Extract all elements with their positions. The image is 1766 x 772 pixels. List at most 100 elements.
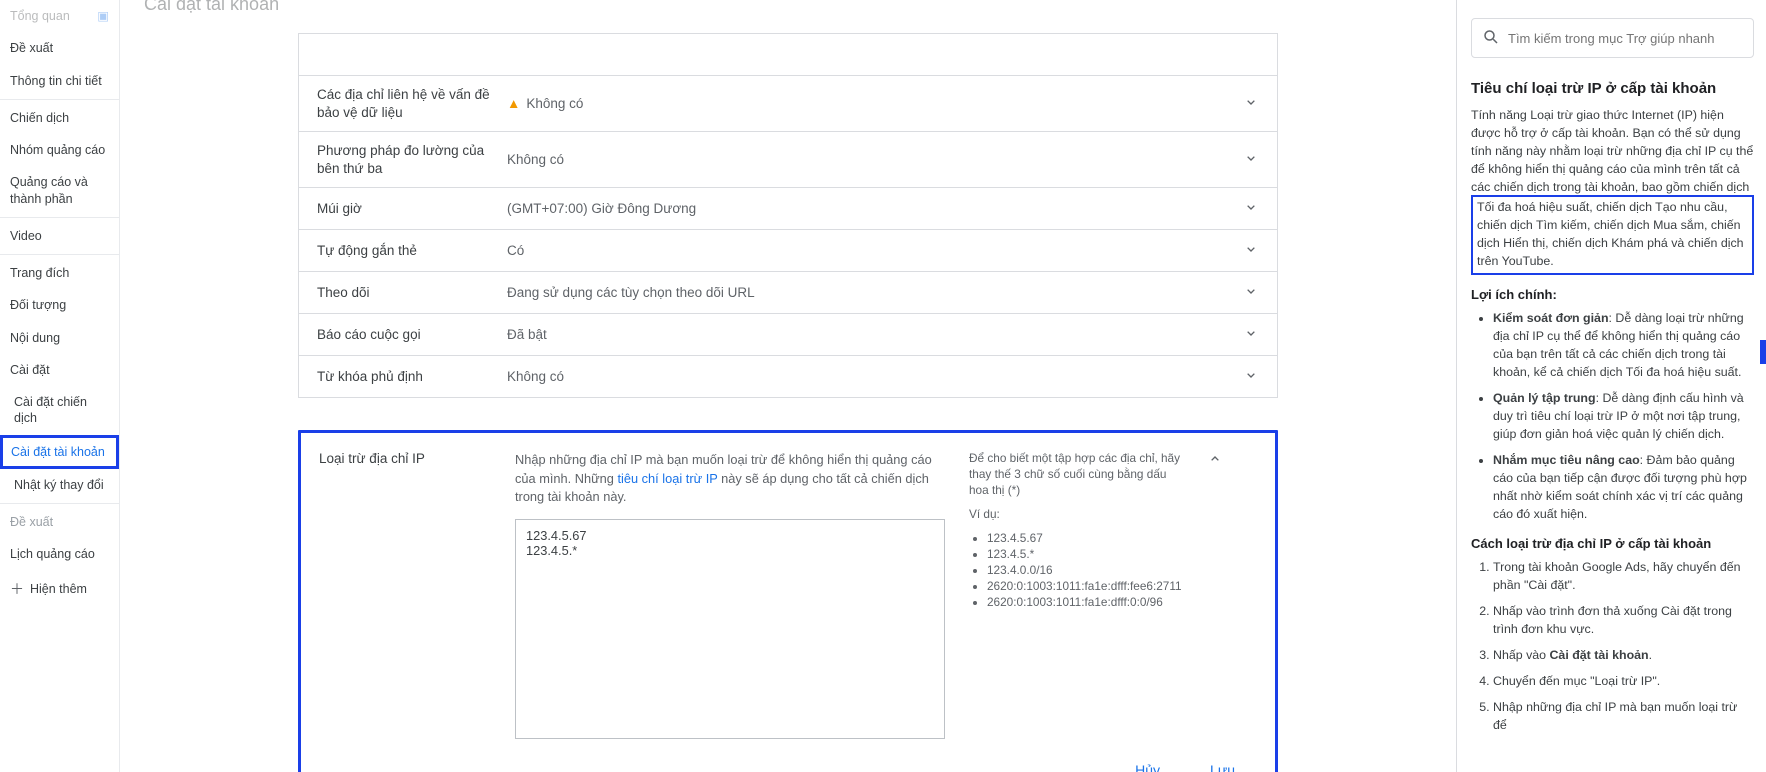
sidebar-item-noi-dung[interactable]: Nội dung [0, 322, 119, 354]
sidebar-item-label: Thông tin chi tiết [10, 73, 102, 89]
sidebar-item-cai-dat-tai-khoan[interactable]: Cài đặt tài khoản [0, 435, 119, 469]
sidebar-item-label: Hiện thêm [30, 582, 87, 596]
help-steps-list: Trong tài khoản Google Ads, hãy chuyển đ… [1493, 559, 1754, 735]
chevron-down-icon [1243, 241, 1259, 260]
sidebar-item-label: Nội dung [10, 330, 60, 346]
chevron-up-icon[interactable] [1207, 451, 1223, 470]
settings-row-value: Đang sử dụng các tùy chọn theo dõi URL [507, 285, 1243, 300]
plus-icon: ＋ [10, 579, 24, 599]
settings-row[interactable]: Theo dõiĐang sử dụng các tùy chọn theo d… [298, 272, 1278, 314]
sidebar-item-label: Cài đặt [10, 362, 50, 378]
settings-row-value: Không có [507, 152, 1243, 167]
ip-example-item: 123.4.5.67 [987, 531, 1189, 545]
help-step-item: Nhấp vào Cài đặt tài khoản. [1493, 647, 1754, 665]
scroll-indicator-icon [1760, 340, 1766, 364]
chevron-down-icon [1243, 199, 1259, 218]
help-search[interactable] [1471, 18, 1754, 58]
chevron-down-icon [1243, 94, 1259, 113]
settings-row-label: Tự động gắn thẻ [317, 242, 507, 260]
sidebar-item-label: Nhật ký thay đổi [14, 477, 104, 493]
help-how-title: Cách loại trừ địa chỉ IP ở cấp tài khoản [1471, 536, 1754, 551]
sidebar-item-label: Nhóm quảng cáo [10, 142, 105, 158]
help-step-item: Chuyển đến mục "Loại trừ IP". [1493, 673, 1754, 691]
recommendation-icon: ▣ [97, 8, 109, 24]
sidebar-item-lich[interactable]: Lịch quảng cáo [0, 538, 119, 570]
sidebar-item-label: Cài đặt chiến dịch [14, 394, 109, 427]
sidebar-item-video[interactable]: Video [0, 220, 119, 252]
settings-row-label: Báo cáo cuộc gọi [317, 326, 507, 344]
ip-example-item: 2620:0:1003:1011:fa1e:dfff:0:0/96 [987, 595, 1189, 609]
settings-row[interactable]: Múi giờ(GMT+07:00) Giờ Đông Dương [298, 188, 1278, 230]
help-search-input[interactable] [1508, 31, 1743, 46]
help-panel: Tiêu chí loại trừ IP ở cấp tài khoản Tín… [1456, 0, 1766, 772]
help-benefit-item: Quản lý tập trung: Dễ dàng định cấu hình… [1493, 390, 1754, 444]
ip-textarea[interactable] [515, 519, 945, 739]
sidebar-item-show-more[interactable]: ＋ Hiện thêm [0, 571, 119, 607]
ip-hint-text: Để cho biết một tập hợp các địa chỉ, hãy… [969, 451, 1189, 499]
sidebar-item-label: Quảng cáo và thành phần [10, 174, 109, 207]
chevron-down-icon [1243, 325, 1259, 344]
help-step-item: Nhập những địa chỉ IP mà bạn muốn loại t… [1493, 699, 1754, 735]
help-step-item: Trong tài khoản Google Ads, hãy chuyển đ… [1493, 559, 1754, 595]
main-content: Cài đặt tài khoản Các địa chỉ liên hệ về… [120, 0, 1456, 772]
ip-example-item: 123.4.5.* [987, 547, 1189, 561]
sidebar-item-label: Đề xuất [10, 514, 53, 530]
settings-row-value: (GMT+07:00) Giờ Đông Dương [507, 201, 1243, 216]
chevron-down-icon [1243, 283, 1259, 302]
sidebar-item-chien-dich[interactable]: Chiến dịch [0, 102, 119, 134]
sidebar-item-label: Chiến dịch [10, 110, 69, 126]
help-benefit-bold: Quản lý tập trung [1493, 391, 1596, 405]
ip-description: Nhập những địa chỉ IP mà bạn muốn loại t… [515, 451, 945, 507]
help-benefit-bold: Kiểm soát đơn giản [1493, 311, 1609, 325]
help-step-item: Nhấp vào trình đơn thả xuống Cài đặt tro… [1493, 603, 1754, 639]
ip-example-list: 123.4.5.67 123.4.5.* 123.4.0.0/16 2620:0:10… [987, 531, 1189, 609]
help-benefit-bold: Nhắm mục tiêu nâng cao [1493, 453, 1640, 467]
settings-row[interactable]: Từ khóa phủ địnhKhông có [298, 356, 1278, 398]
sidebar-item-de-xuat[interactable]: Đề xuất [0, 32, 119, 64]
ip-example-item: 2620:0:1003:1011:fa1e:dfff:fee6:2711 [987, 579, 1189, 593]
sidebar-item-quang-cao[interactable]: Quảng cáo và thành phần [0, 166, 119, 215]
help-benefits-title: Lợi ích chính: [1471, 287, 1754, 302]
ip-example-label: Ví dụ: [969, 507, 1189, 523]
chevron-down-icon [1243, 367, 1259, 386]
sidebar-nav: Tổng quan ▣ Đề xuất Thông tin chi tiết C… [0, 0, 120, 772]
settings-row[interactable]: Phương pháp đo lường của bên thứ baKhông… [298, 132, 1278, 188]
save-button[interactable]: Lưu [1200, 756, 1245, 772]
help-step-bold: Cài đặt tài khoản [1549, 648, 1648, 662]
settings-row[interactable]: Tự động gắn thẻCó [298, 230, 1278, 272]
sidebar-item-tong-quan[interactable]: Tổng quan ▣ [0, 0, 119, 32]
help-title: Tiêu chí loại trừ IP ở cấp tài khoản [1471, 80, 1754, 97]
settings-row-label: Từ khóa phủ định [317, 368, 507, 386]
help-highlighted-text: Tối đa hoá hiệu suất, chiến dịch Tạo nhu… [1471, 195, 1754, 275]
settings-row-label: Theo dõi [317, 284, 507, 302]
ip-exclusion-section: Loại trừ địa chỉ IP Nhập những địa chỉ I… [298, 430, 1278, 772]
settings-row[interactable]: Các địa chỉ liên hệ về vấn đề bảo vệ dữ … [298, 75, 1278, 132]
help-benefits-list: Kiểm soát đơn giản: Dễ dàng loại trừ nhữ… [1493, 310, 1754, 524]
sidebar-item-label: Cài đặt tài khoản [11, 444, 105, 460]
ip-section-title: Loại trừ địa chỉ IP [319, 451, 491, 742]
sidebar-item-label: Video [10, 228, 42, 244]
sidebar-item-label: Đối tượng [10, 297, 66, 313]
sidebar-item-nhom[interactable]: Nhóm quảng cáo [0, 134, 119, 166]
settings-row-value: Có [507, 243, 1243, 258]
sidebar-item-de-xuat-2[interactable]: Đề xuất [0, 506, 119, 538]
ip-example-item: 123.4.0.0/16 [987, 563, 1189, 577]
cancel-button[interactable]: Hủy [1125, 756, 1170, 772]
settings-row-label: Các địa chỉ liên hệ về vấn đề bảo vệ dữ … [317, 86, 507, 121]
sidebar-item-trang-dich[interactable]: Trang đích [0, 257, 119, 289]
sidebar-item-thong-tin[interactable]: Thông tin chi tiết [0, 65, 119, 97]
sidebar-item-label: Tổng quan [10, 8, 70, 24]
chevron-down-icon [1243, 150, 1259, 169]
sidebar-item-label: Lịch quảng cáo [10, 546, 95, 562]
ip-criteria-link[interactable]: tiêu chí loại trừ IP [617, 471, 717, 486]
settings-row-label: Múi giờ [317, 200, 507, 218]
sidebar-item-label: Trang đích [10, 265, 69, 281]
settings-row[interactable]: Báo cáo cuộc gọiĐã bật [298, 314, 1278, 356]
help-benefit-item: Kiểm soát đơn giản: Dễ dàng loại trừ nhữ… [1493, 310, 1754, 382]
sidebar-item-cai-dat-chien-dich[interactable]: Cài đặt chiến dịch [0, 386, 119, 435]
sidebar-item-cai-dat[interactable]: Cài đặt [0, 354, 119, 386]
settings-row-label: Phương pháp đo lường của bên thứ ba [317, 142, 507, 177]
sidebar-item-nhat-ky[interactable]: Nhật ký thay đổi [0, 469, 119, 501]
search-icon [1482, 28, 1500, 49]
sidebar-item-doi-tuong[interactable]: Đối tượng [0, 289, 119, 321]
